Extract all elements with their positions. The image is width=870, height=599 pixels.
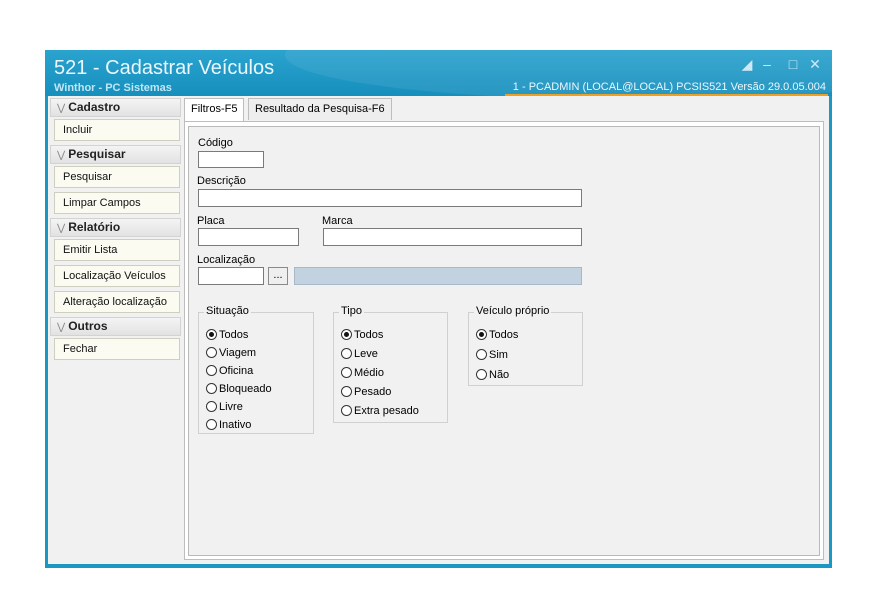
marca-label: Marca	[322, 215, 353, 227]
chevron-down-icon: ⋁	[57, 223, 66, 234]
chevron-down-icon: ⋁	[57, 103, 66, 114]
sidebar-section-cadastro[interactable]: ⋁ Cadastro	[50, 98, 181, 117]
codigo-label: Código	[198, 137, 233, 149]
tipo-option-medio[interactable]: Médio	[341, 367, 384, 379]
radio-icon	[206, 365, 217, 376]
descricao-input[interactable]	[198, 189, 582, 207]
codigo-input[interactable]	[198, 151, 264, 168]
situacao-option-inativo[interactable]: Inativo	[206, 419, 251, 431]
limpar-campos-button[interactable]: Limpar Campos	[54, 192, 180, 214]
radio-icon	[206, 419, 217, 430]
alteracao-localizacao-button[interactable]: Alteração localização	[54, 291, 180, 313]
radio-icon	[476, 369, 487, 380]
marca-input[interactable]	[323, 228, 582, 246]
situacao-group: Situação Todos Viagem Oficina Bloqueado …	[198, 305, 314, 434]
tipo-option-leve[interactable]: Leve	[341, 348, 378, 360]
veiculo-proprio-group: Veículo próprio Todos Sim Não	[468, 305, 583, 386]
fechar-button[interactable]: Fechar	[54, 338, 180, 360]
localizacao-lookup-button[interactable]: ...	[268, 267, 288, 285]
sidebar-section-relatorio[interactable]: ⋁ Relatório	[50, 218, 181, 237]
veiculo-proprio-option-nao[interactable]: Não	[476, 369, 509, 381]
situacao-option-livre[interactable]: Livre	[206, 401, 243, 413]
chevron-down-icon: ⋁	[57, 322, 66, 333]
radio-icon	[341, 405, 352, 416]
localizacao-input[interactable]	[198, 267, 264, 285]
session-status: 1 - PCADMIN (LOCAL@LOCAL) PCSIS521 Versã…	[504, 81, 828, 96]
localizacao-description	[294, 267, 582, 285]
tipo-group: Tipo Todos Leve Médio Pesado Extra pesad…	[333, 305, 448, 423]
tipo-option-pesado[interactable]: Pesado	[341, 386, 391, 398]
restore-icon[interactable]: ◢	[739, 56, 755, 73]
client-area: ⋁ Cadastro Incluir ⋁ Pesquisar Pesquisar L…	[48, 96, 829, 564]
minimize-icon[interactable]: ‒	[759, 56, 775, 72]
chevron-down-icon: ⋁	[57, 150, 66, 161]
emitir-lista-button[interactable]: Emitir Lista	[54, 239, 180, 261]
tab-filtros[interactable]: Filtros-F5	[184, 98, 245, 121]
close-icon[interactable]: ✕	[807, 56, 823, 73]
localizacao-label: Localização	[197, 254, 256, 266]
situacao-option-todos[interactable]: Todos	[206, 329, 248, 341]
situacao-option-bloqueado[interactable]: Bloqueado	[206, 383, 272, 395]
pesquisar-button[interactable]: Pesquisar	[54, 166, 180, 188]
window-subtitle: Winthor - PC Sistemas	[54, 82, 172, 94]
placa-label: Placa	[197, 215, 225, 227]
radio-icon	[206, 401, 217, 412]
sidebar-section-outros[interactable]: ⋁ Outros	[50, 317, 181, 336]
situacao-title: Situação	[204, 305, 251, 317]
tipo-option-todos[interactable]: Todos	[341, 329, 383, 341]
radio-checked-icon	[341, 329, 352, 340]
situacao-option-oficina[interactable]: Oficina	[206, 365, 253, 377]
placa-input[interactable]	[198, 228, 299, 246]
descricao-label: Descrição	[197, 175, 246, 187]
tipo-title: Tipo	[339, 305, 364, 317]
radio-icon	[206, 383, 217, 394]
radio-icon	[341, 348, 352, 359]
radio-icon	[206, 347, 217, 358]
veiculo-proprio-title: Veículo próprio	[474, 305, 552, 317]
radio-icon	[476, 349, 487, 360]
filters-form: Código Descrição Placa Marca Localização…	[188, 126, 820, 556]
situacao-option-viagem[interactable]: Viagem	[206, 347, 256, 359]
incluir-button[interactable]: Incluir	[54, 119, 180, 141]
tab-resultado-pesquisa[interactable]: Resultado da Pesquisa-F6	[248, 98, 392, 120]
window-title: 521 - Cadastrar Veículos	[54, 57, 275, 79]
radio-checked-icon	[206, 329, 217, 340]
maximize-icon[interactable]: □	[785, 56, 801, 72]
title-bar: 521 - Cadastrar Veículos Winthor - PC Si…	[45, 50, 832, 96]
tipo-option-extra-pesado[interactable]: Extra pesado	[341, 405, 419, 417]
radio-icon	[341, 367, 352, 378]
filters-panel: Código Descrição Placa Marca Localização…	[184, 121, 824, 560]
radio-icon	[341, 386, 352, 397]
sidebar-section-pesquisar[interactable]: ⋁ Pesquisar	[50, 145, 181, 164]
veiculo-proprio-option-sim[interactable]: Sim	[476, 349, 508, 361]
veiculo-proprio-option-todos[interactable]: Todos	[476, 329, 518, 341]
localizacao-veiculos-button[interactable]: Localização Veículos	[54, 265, 180, 287]
radio-checked-icon	[476, 329, 487, 340]
sidebar: ⋁ Cadastro Incluir ⋁ Pesquisar Pesquisar L…	[50, 98, 181, 364]
app-window: 521 - Cadastrar Veículos Winthor - PC Si…	[45, 50, 832, 568]
